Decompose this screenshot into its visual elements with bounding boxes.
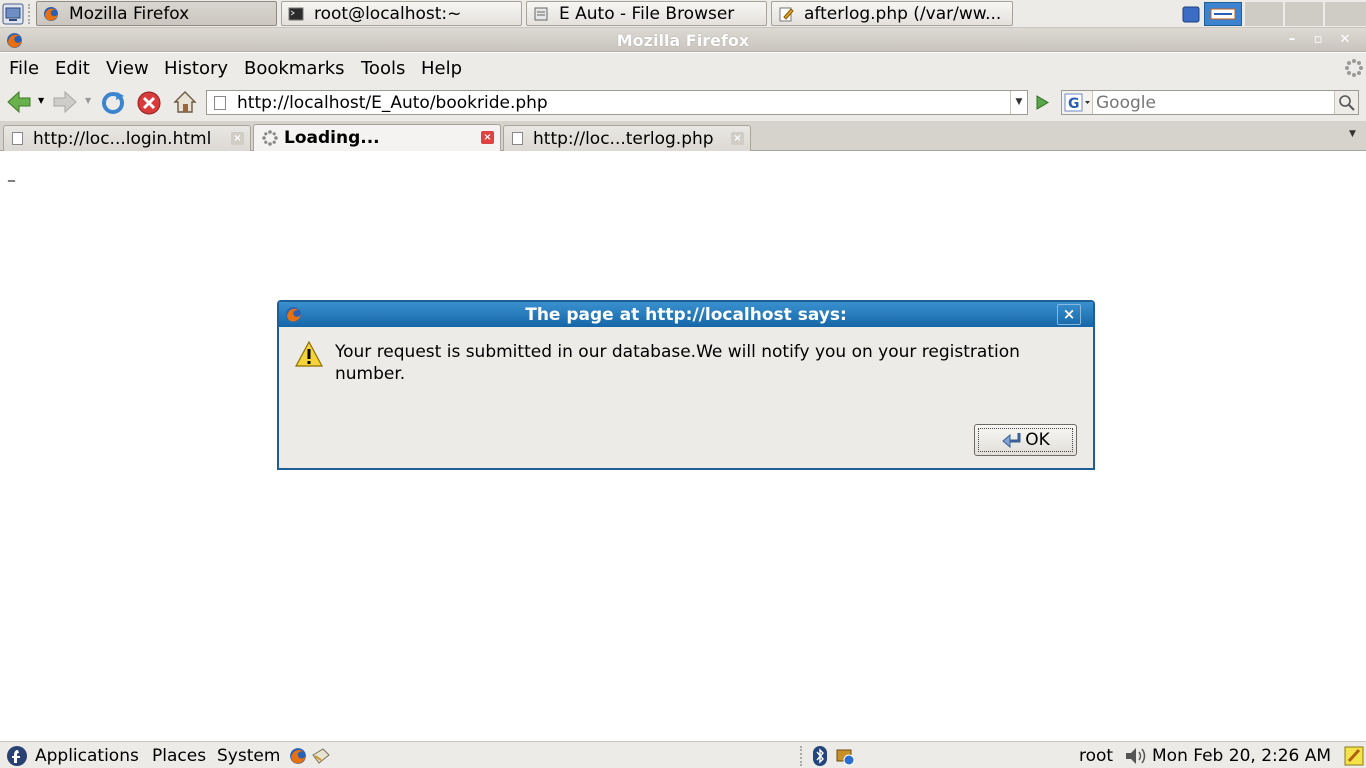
show-desktop-icon[interactable] xyxy=(2,3,24,25)
fedora-logo-icon xyxy=(7,746,27,766)
applications-menu[interactable]: Applications xyxy=(35,746,139,766)
user-name[interactable]: root xyxy=(1079,746,1113,766)
search-button[interactable] xyxy=(1334,91,1358,114)
menu-edit[interactable]: Edit xyxy=(55,58,90,79)
forward-history-dropdown-icon[interactable]: ▼ xyxy=(85,96,91,105)
task-label: root@localhost:~ xyxy=(314,3,462,24)
update-notifier-icon[interactable] xyxy=(835,746,855,766)
menu-bookmarks[interactable]: Bookmarks xyxy=(244,58,345,79)
url-history-dropdown-icon[interactable]: ▼ xyxy=(1010,91,1027,114)
loading-spinner-icon xyxy=(262,130,278,146)
task-text-editor[interactable]: afterlog.php (/var/ww... xyxy=(771,1,1013,26)
forward-icon[interactable] xyxy=(52,90,78,114)
tab-bar: http://loc...login.html × Loading... × h… xyxy=(0,122,1366,151)
notes-icon[interactable] xyxy=(1343,745,1365,767)
window-titlebar[interactable]: Mozilla Firefox – ▫ ✕ xyxy=(0,28,1366,52)
menu-file[interactable]: File xyxy=(9,58,39,79)
warning-icon xyxy=(295,340,323,367)
system-menu[interactable]: System xyxy=(217,746,280,766)
menu-tools[interactable]: Tools xyxy=(361,58,405,79)
tab-afterlog[interactable]: http://loc...terlog.php × xyxy=(503,125,751,151)
dialog-title: The page at http://localhost says: xyxy=(525,305,847,325)
menubar: File Edit View History Bookmarks Tools H… xyxy=(0,53,1366,83)
menu-history[interactable]: History xyxy=(164,58,228,79)
search-bar[interactable]: G xyxy=(1061,90,1359,115)
url-input[interactable] xyxy=(237,92,1017,113)
page-icon xyxy=(12,132,23,145)
dialog-close-button[interactable]: × xyxy=(1057,304,1081,325)
window-title: Mozilla Firefox xyxy=(616,31,750,50)
task-file-browser[interactable]: E Auto - File Browser xyxy=(526,1,767,26)
reload-icon[interactable] xyxy=(100,90,126,116)
ok-label: OK xyxy=(1025,430,1050,450)
close-tab-icon[interactable]: × xyxy=(481,131,494,144)
firefox-launcher-icon[interactable] xyxy=(289,747,307,765)
search-input[interactable] xyxy=(1096,92,1332,113)
page-icon xyxy=(214,95,226,110)
task-firefox[interactable]: Mozilla Firefox xyxy=(36,1,277,26)
google-icon: G xyxy=(1064,93,1090,112)
tab-label: http://loc...login.html xyxy=(33,128,212,149)
page-icon xyxy=(512,132,523,145)
close-tab-icon[interactable]: × xyxy=(231,132,244,145)
top-panel: Mozilla Firefox root@localhost:~ E Auto … xyxy=(0,0,1366,28)
workspace-2[interactable] xyxy=(1245,2,1283,26)
close-window-icon[interactable]: ✕ xyxy=(1336,31,1354,49)
tab-label: http://loc...terlog.php xyxy=(533,128,714,149)
task-label: Mozilla Firefox xyxy=(69,3,190,24)
task-label: E Auto - File Browser xyxy=(559,3,735,24)
close-tab-icon[interactable]: × xyxy=(731,132,744,145)
tab-loading[interactable]: Loading... × xyxy=(253,124,501,151)
back-icon[interactable] xyxy=(6,90,32,114)
stop-icon[interactable] xyxy=(136,90,162,116)
tab-login[interactable]: http://loc...login.html × xyxy=(3,125,251,151)
task-terminal[interactable]: root@localhost:~ xyxy=(281,1,522,26)
workspace-1[interactable] xyxy=(1204,2,1242,26)
text-editor-icon xyxy=(779,7,794,21)
menu-view[interactable]: View xyxy=(106,58,149,79)
file-browser-icon xyxy=(534,7,548,20)
places-menu[interactable]: Places xyxy=(152,746,206,766)
panel-handle xyxy=(800,746,803,766)
terminal-icon xyxy=(288,7,304,20)
home-icon[interactable] xyxy=(172,89,198,115)
workspace-3[interactable] xyxy=(1285,2,1323,26)
tab-label: Loading... xyxy=(284,128,380,148)
clock[interactable]: Mon Feb 20, 2:26 AM xyxy=(1152,746,1331,766)
alert-dialog: The page at http://localhost says: × You… xyxy=(277,300,1095,470)
back-history-dropdown-icon[interactable]: ▼ xyxy=(38,96,44,105)
dialog-titlebar[interactable]: The page at http://localhost says: × xyxy=(279,302,1093,327)
bluetooth-icon[interactable] xyxy=(812,745,828,767)
workspace-icon[interactable] xyxy=(1181,4,1201,24)
navigation-toolbar: ▼ ▼ ▼ G xyxy=(0,83,1366,122)
dialog-message: Your request is submitted in our databas… xyxy=(335,342,1020,384)
workspace-4[interactable] xyxy=(1325,2,1366,26)
minimize-icon[interactable]: – xyxy=(1283,31,1301,49)
go-icon[interactable] xyxy=(1031,91,1053,114)
firefox-icon xyxy=(44,6,58,21)
panel-handle xyxy=(28,4,31,24)
enter-icon xyxy=(1002,433,1021,449)
throbber-icon xyxy=(1345,59,1363,77)
menu-help[interactable]: Help xyxy=(421,58,462,79)
mail-launcher-icon[interactable] xyxy=(311,747,331,765)
workspace-window-icon xyxy=(1210,8,1236,20)
url-bar[interactable] xyxy=(206,90,1028,115)
task-label: afterlog.php (/var/ww... xyxy=(804,3,1002,24)
page-text: _ xyxy=(8,166,15,182)
search-engine-selector[interactable]: G xyxy=(1062,91,1093,114)
bottom-panel: Applications Places System root Mon Feb … xyxy=(0,741,1366,768)
magnifier-icon xyxy=(1339,95,1355,111)
ok-button[interactable]: OK xyxy=(974,424,1077,456)
svg-text:G: G xyxy=(1068,96,1080,112)
list-all-tabs-icon[interactable]: ▼ xyxy=(1349,129,1363,143)
maximize-icon[interactable]: ▫ xyxy=(1309,31,1327,49)
volume-icon[interactable] xyxy=(1124,746,1148,766)
